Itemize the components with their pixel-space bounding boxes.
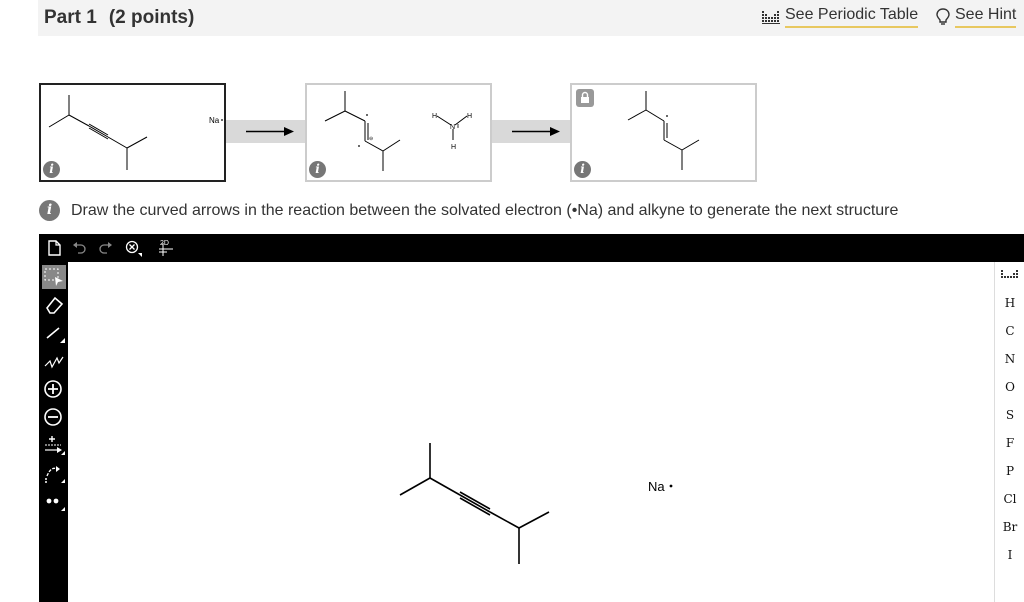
- amine-h-left: H: [432, 113, 437, 120]
- part-label: Part 1: [44, 7, 97, 28]
- reactant-structure-box[interactable]: Na i: [39, 83, 226, 182]
- instruction-text: Draw the curved arrows in the reaction b…: [71, 201, 899, 219]
- element-button-f[interactable]: F: [995, 436, 1024, 450]
- info-icon[interactable]: i: [574, 161, 591, 178]
- reaction-connector-1: [226, 120, 305, 143]
- drawing-canvas[interactable]: Na: [68, 262, 994, 602]
- info-icon[interactable]: i: [43, 161, 60, 178]
- lone-pair-icon[interactable]: [42, 489, 66, 513]
- periodic-table-icon[interactable]: [1001, 270, 1019, 280]
- reaction-arrow-icon: [512, 127, 560, 136]
- charge-arrow-icon[interactable]: [42, 433, 66, 457]
- editor-top-toolbar: 2D: [39, 234, 1024, 262]
- element-button-n[interactable]: N: [995, 352, 1024, 366]
- select-icon[interactable]: [42, 265, 66, 289]
- periodic-table-icon: [762, 11, 780, 24]
- structure-editor: 2D Na H C N O S F P Cl Br I: [39, 234, 1024, 602]
- info-icon[interactable]: i: [39, 200, 60, 221]
- element-button-br[interactable]: Br: [995, 520, 1024, 534]
- lightbulb-icon: [936, 8, 950, 25]
- bond-icon[interactable]: [42, 321, 66, 345]
- negative-charge-icon[interactable]: [42, 405, 66, 429]
- amine-h-bottom: H: [451, 144, 456, 151]
- see-hint-link[interactable]: See Hint: [936, 6, 1017, 28]
- part-title: Part 1 (2 points): [44, 7, 194, 29]
- info-icon[interactable]: i: [309, 161, 326, 178]
- element-button-cl[interactable]: Cl: [995, 492, 1024, 506]
- element-button-c[interactable]: C: [995, 324, 1024, 338]
- amine-h-right: H: [467, 113, 472, 120]
- sodium-label: Na: [209, 116, 220, 125]
- element-button-i[interactable]: I: [995, 548, 1024, 562]
- element-button-p[interactable]: P: [995, 464, 1024, 478]
- instruction-row: i Draw the curved arrows in the reaction…: [39, 200, 898, 221]
- reaction-connector-2: [492, 120, 570, 143]
- vinyl-radical-structure: [627, 91, 700, 170]
- intermediate-structure-box[interactable]: ⊖ H N H H i: [305, 83, 492, 182]
- canvas-sodium-label: Na: [648, 479, 665, 494]
- see-periodic-table-label: See Periodic Table: [785, 6, 919, 28]
- chain-icon[interactable]: [42, 349, 66, 373]
- part-header: Part 1 (2 points) See Periodic Table See …: [38, 0, 1024, 36]
- canvas-alkyne-structure: Na: [399, 443, 673, 564]
- see-periodic-table-link[interactable]: See Periodic Table: [762, 6, 919, 28]
- eraser-icon[interactable]: [42, 293, 66, 317]
- 2d-clean-icon[interactable]: 2D: [151, 239, 177, 257]
- element-button-o[interactable]: O: [995, 380, 1024, 394]
- clear-icon[interactable]: [123, 239, 143, 257]
- alkyne-structure: Na: [48, 95, 223, 170]
- curved-arrow-icon[interactable]: [42, 461, 66, 485]
- product-structure-box[interactable]: i: [570, 83, 757, 182]
- radical-anion-structure: ⊖ H N H H: [324, 91, 472, 171]
- undo-icon[interactable]: [70, 239, 90, 257]
- reaction-arrow-icon: [246, 127, 294, 136]
- svg-text:⊖: ⊖: [369, 136, 373, 142]
- element-button-h[interactable]: H: [995, 296, 1024, 310]
- element-palette: H C N O S F P Cl Br I: [994, 262, 1024, 602]
- part-points: (2 points): [108, 7, 195, 28]
- element-button-s[interactable]: S: [995, 408, 1024, 422]
- positive-charge-icon[interactable]: [42, 377, 66, 401]
- amine-n: N: [450, 124, 455, 131]
- editor-left-toolbar: [39, 262, 68, 602]
- redo-icon[interactable]: [95, 239, 115, 257]
- new-document-icon[interactable]: [44, 239, 64, 257]
- see-hint-label: See Hint: [955, 6, 1017, 28]
